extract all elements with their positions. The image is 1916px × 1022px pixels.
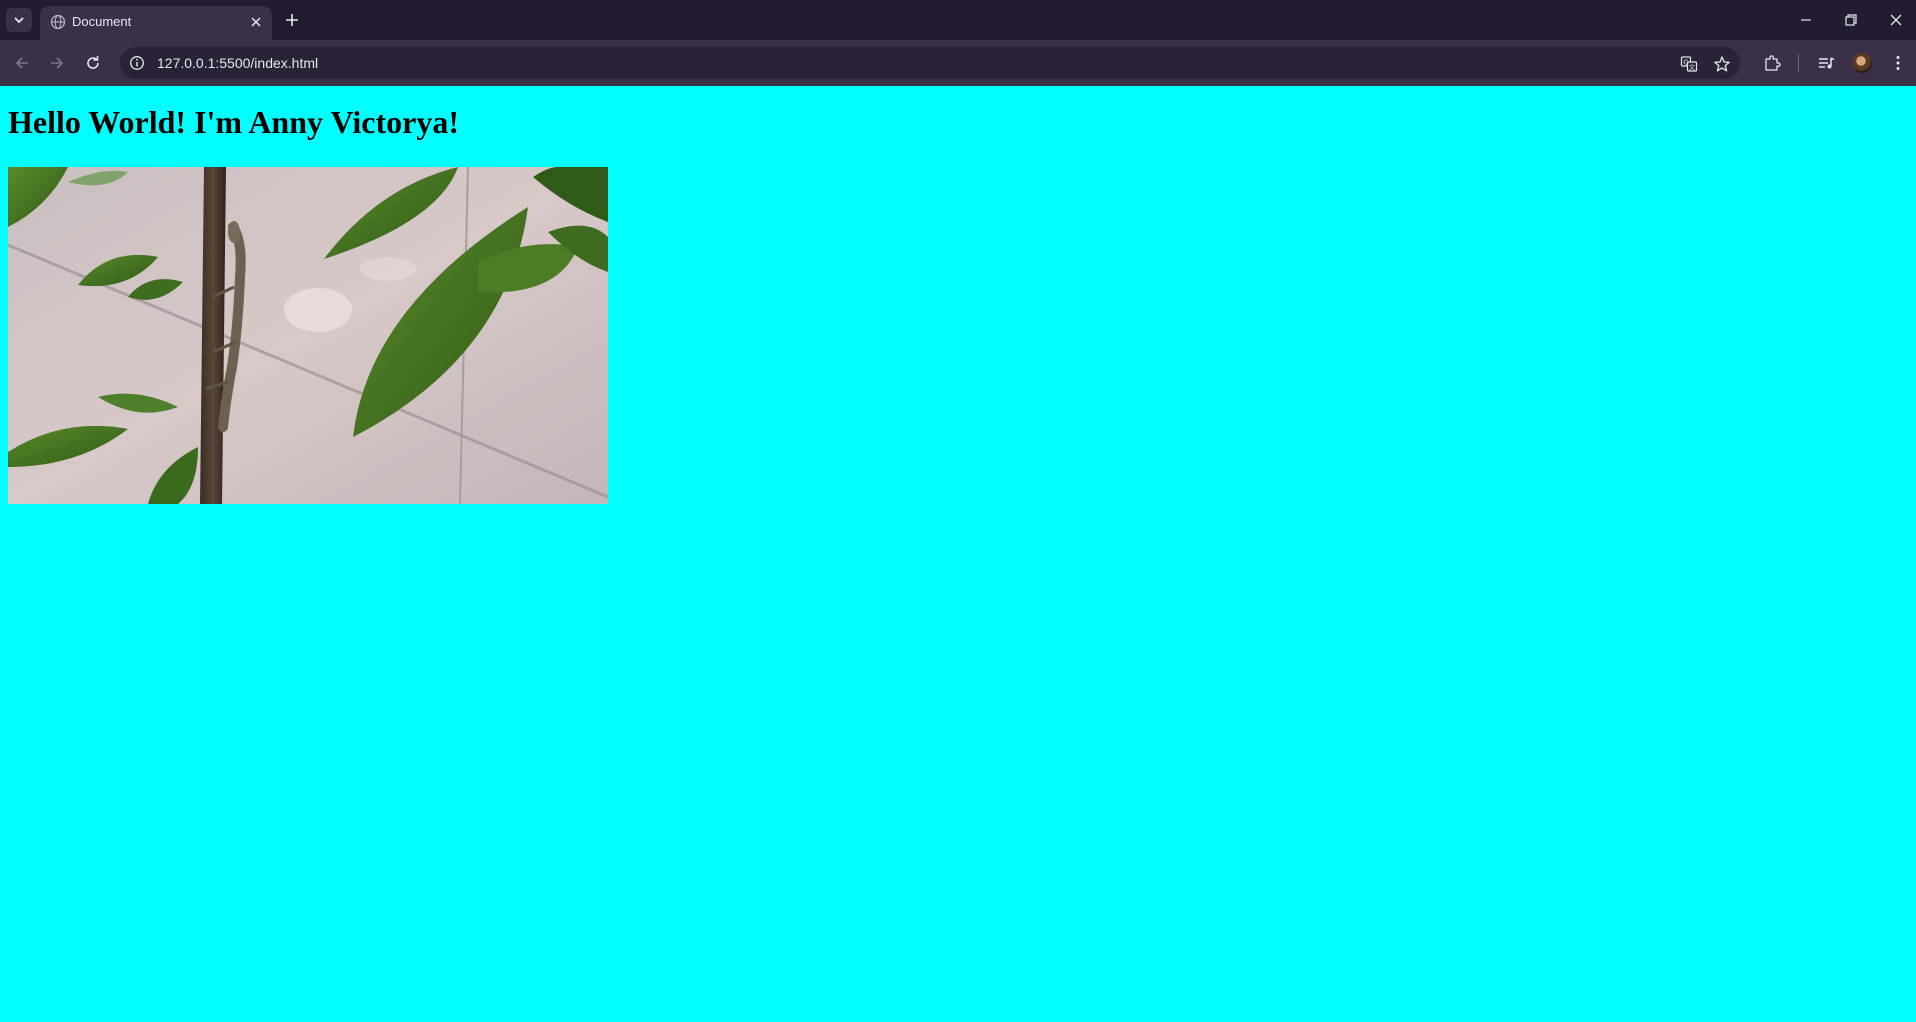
close-icon[interactable] <box>248 14 264 30</box>
globe-icon <box>50 14 66 30</box>
restore-icon[interactable] <box>1841 10 1861 30</box>
plus-icon[interactable] <box>282 10 302 30</box>
close-window-icon[interactable] <box>1886 10 1906 30</box>
svg-text:G: G <box>1683 59 1688 67</box>
browser-toolbar: 127.0.0.1:5500/index.html G 文 <box>0 40 1916 86</box>
address-bar[interactable]: 127.0.0.1:5500/index.html G 文 <box>120 47 1740 79</box>
star-icon[interactable] <box>1713 55 1731 73</box>
minimize-icon[interactable] <box>1796 10 1816 30</box>
arrow-right-icon[interactable] <box>47 53 67 73</box>
translate-icon[interactable]: G 文 <box>1680 55 1698 73</box>
media-controls-icon[interactable] <box>1816 53 1836 73</box>
profile-avatar[interactable] <box>1852 53 1872 73</box>
info-icon[interactable] <box>129 55 145 71</box>
page-viewport: Hello World! I'm Anny Victorya! <box>0 86 1916 1022</box>
chevron-down-icon <box>14 17 24 24</box>
kebab-menu-icon[interactable] <box>1888 53 1908 73</box>
lizard-photo <box>8 167 608 504</box>
tab-document[interactable]: Document <box>40 6 272 40</box>
puzzle-icon[interactable] <box>1762 53 1782 73</box>
tab-search-button[interactable] <box>6 8 32 32</box>
browser-titlebar: Document <box>0 0 1916 40</box>
tab-title: Document <box>72 14 132 29</box>
reload-icon[interactable] <box>83 53 103 73</box>
arrow-left-icon[interactable] <box>12 53 32 73</box>
url-text[interactable]: 127.0.0.1:5500/index.html <box>157 55 318 71</box>
svg-text:文: 文 <box>1689 63 1695 71</box>
page-heading: Hello World! I'm Anny Victorya! <box>8 104 459 140</box>
toolbar-divider <box>1798 54 1799 72</box>
